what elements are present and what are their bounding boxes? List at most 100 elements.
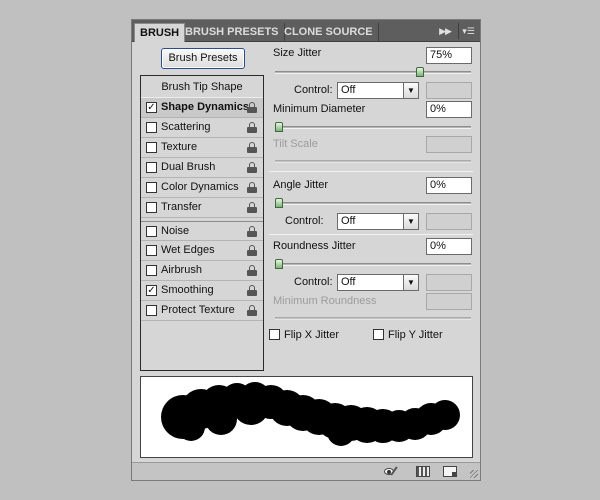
- brush-panel: BRUSH BRUSH PRESETS CLONE SOURCE ▶▶ ▾☰ B…: [131, 19, 481, 481]
- lock-icon[interactable]: [247, 202, 257, 213]
- minimum-diameter-field[interactable]: 0%: [426, 101, 472, 118]
- checkbox[interactable]: [373, 329, 384, 340]
- tilt-scale-slider: [275, 160, 471, 163]
- lock-icon[interactable]: [247, 182, 257, 193]
- sidebar-item-label: Protect Texture: [161, 304, 235, 316]
- lock-icon[interactable]: [247, 162, 257, 173]
- sidebar-item-airbrush[interactable]: Airbrush: [141, 261, 263, 281]
- angle-control-label: Control:: [285, 215, 324, 227]
- checkbox[interactable]: ✓: [146, 102, 157, 113]
- chevron-down-icon: ▼: [403, 275, 418, 290]
- size-jitter-field[interactable]: 75%: [426, 47, 472, 64]
- tilt-scale-label: Tilt Scale: [273, 138, 318, 150]
- tab-clone-source[interactable]: CLONE SOURCE: [279, 23, 379, 42]
- checkbox[interactable]: [269, 329, 280, 340]
- brush-grid-icon[interactable]: [416, 466, 430, 477]
- checkbox[interactable]: [146, 226, 157, 237]
- sidebar-item-noise[interactable]: Noise: [141, 221, 263, 241]
- roundness-jitter-slider[interactable]: [275, 259, 471, 269]
- brush-stroke: [161, 382, 460, 446]
- sidebar-item-label: Scattering: [161, 121, 211, 133]
- sidebar-item-dual-brush[interactable]: Dual Brush: [141, 158, 263, 178]
- size-control-label: Control:: [294, 84, 333, 96]
- flip-x-label: Flip X Jitter: [284, 329, 340, 341]
- angle-control-value: Off: [341, 215, 356, 227]
- sidebar-item-label: Transfer: [161, 201, 202, 213]
- sidebar-item-label: Smoothing: [161, 284, 214, 296]
- lock-icon[interactable]: [247, 226, 257, 237]
- panel-tab-bar: BRUSH BRUSH PRESETS CLONE SOURCE ▶▶ ▾☰: [132, 20, 480, 42]
- sidebar-item-label: Wet Edges: [161, 244, 215, 256]
- sidebar-item-transfer[interactable]: Transfer: [141, 198, 263, 218]
- sidebar-item-label: Shape Dynamics: [161, 101, 250, 113]
- checkbox[interactable]: ✓: [146, 285, 157, 296]
- chevron-down-icon: ▼: [403, 83, 418, 98]
- sidebar-item-texture[interactable]: Texture: [141, 138, 263, 158]
- sidebar-item-label: Noise: [161, 225, 190, 237]
- size-jitter-slider[interactable]: [275, 67, 471, 77]
- angle-jitter-slider[interactable]: [275, 198, 471, 208]
- roundness-control-field: [426, 274, 472, 291]
- minimum-diameter-slider[interactable]: [275, 122, 471, 132]
- roundness-control-value: Off: [341, 276, 356, 288]
- lock-icon[interactable]: [247, 102, 257, 113]
- panel-footer: [132, 462, 480, 480]
- section-divider: [269, 171, 473, 172]
- slider-thumb[interactable]: [416, 67, 424, 77]
- checkbox[interactable]: [146, 182, 157, 193]
- create-new-brush-icon[interactable]: [443, 466, 457, 477]
- sidebar-item-label: Texture: [161, 141, 198, 153]
- toggle-live-tip-preview-icon[interactable]: [384, 466, 398, 477]
- roundness-control-select[interactable]: Off ▼: [337, 274, 419, 291]
- lock-icon[interactable]: [247, 245, 257, 256]
- size-control-select[interactable]: Off ▼: [337, 82, 419, 99]
- sidebar-item-label: Dual Brush: [161, 161, 216, 173]
- sidebar-item-label: Color Dynamics: [161, 181, 239, 193]
- minimum-roundness-field: [426, 293, 472, 310]
- panel-menu-icon[interactable]: ▾☰: [458, 23, 478, 39]
- slider-thumb[interactable]: [275, 259, 283, 269]
- flip-y-label: Flip Y Jitter: [388, 329, 443, 341]
- angle-control-field: [426, 213, 472, 230]
- roundness-jitter-field[interactable]: 0%: [426, 238, 472, 255]
- angle-control-select[interactable]: Off ▼: [337, 213, 419, 230]
- tab-brush-presets[interactable]: BRUSH PRESETS: [180, 23, 285, 42]
- checkbox[interactable]: [146, 202, 157, 213]
- sidebar-item-smoothing[interactable]: ✓ Smoothing: [141, 281, 263, 301]
- checkbox[interactable]: [146, 245, 157, 256]
- checkbox[interactable]: [146, 305, 157, 316]
- size-control-value: Off: [341, 84, 356, 96]
- sidebar-item-protect-texture[interactable]: Protect Texture: [141, 301, 263, 321]
- resize-grip-icon[interactable]: [470, 470, 478, 478]
- double-chevron-icon[interactable]: ▶▶: [436, 23, 454, 39]
- minimum-diameter-label: Minimum Diameter: [273, 103, 366, 115]
- checkbox[interactable]: [146, 265, 157, 276]
- slider-thumb[interactable]: [275, 122, 283, 132]
- brush-stroke-canvas: [161, 382, 460, 446]
- sidebar-item-brush-tip-shape[interactable]: Brush Tip Shape: [141, 76, 263, 98]
- checkbox[interactable]: [146, 142, 157, 153]
- tab-brush[interactable]: BRUSH: [134, 23, 186, 42]
- lock-icon[interactable]: [247, 265, 257, 276]
- lock-icon[interactable]: [247, 122, 257, 133]
- checkbox[interactable]: [146, 122, 157, 133]
- checkbox[interactable]: [146, 162, 157, 173]
- tilt-scale-field: [426, 136, 472, 153]
- sidebar-item-shape-dynamics[interactable]: ✓ Shape Dynamics: [141, 98, 263, 118]
- sidebar-item-label: Airbrush: [161, 264, 202, 276]
- lock-icon[interactable]: [247, 285, 257, 296]
- minimum-roundness-label: Minimum Roundness: [273, 295, 377, 307]
- minimum-roundness-slider: [275, 317, 471, 320]
- slider-thumb[interactable]: [275, 198, 283, 208]
- lock-icon[interactable]: [247, 142, 257, 153]
- section-divider: [269, 234, 473, 235]
- angle-jitter-field[interactable]: 0%: [426, 177, 472, 194]
- angle-jitter-label: Angle Jitter: [273, 179, 329, 191]
- sidebar-item-wet-edges[interactable]: Wet Edges: [141, 241, 263, 261]
- brush-presets-button[interactable]: Brush Presets: [161, 48, 245, 69]
- roundness-jitter-label: Roundness Jitter: [273, 240, 356, 252]
- sidebar-item-scattering[interactable]: Scattering: [141, 118, 263, 138]
- lock-icon[interactable]: [247, 305, 257, 316]
- sidebar-item-color-dynamics[interactable]: Color Dynamics: [141, 178, 263, 198]
- size-control-field: [426, 82, 472, 99]
